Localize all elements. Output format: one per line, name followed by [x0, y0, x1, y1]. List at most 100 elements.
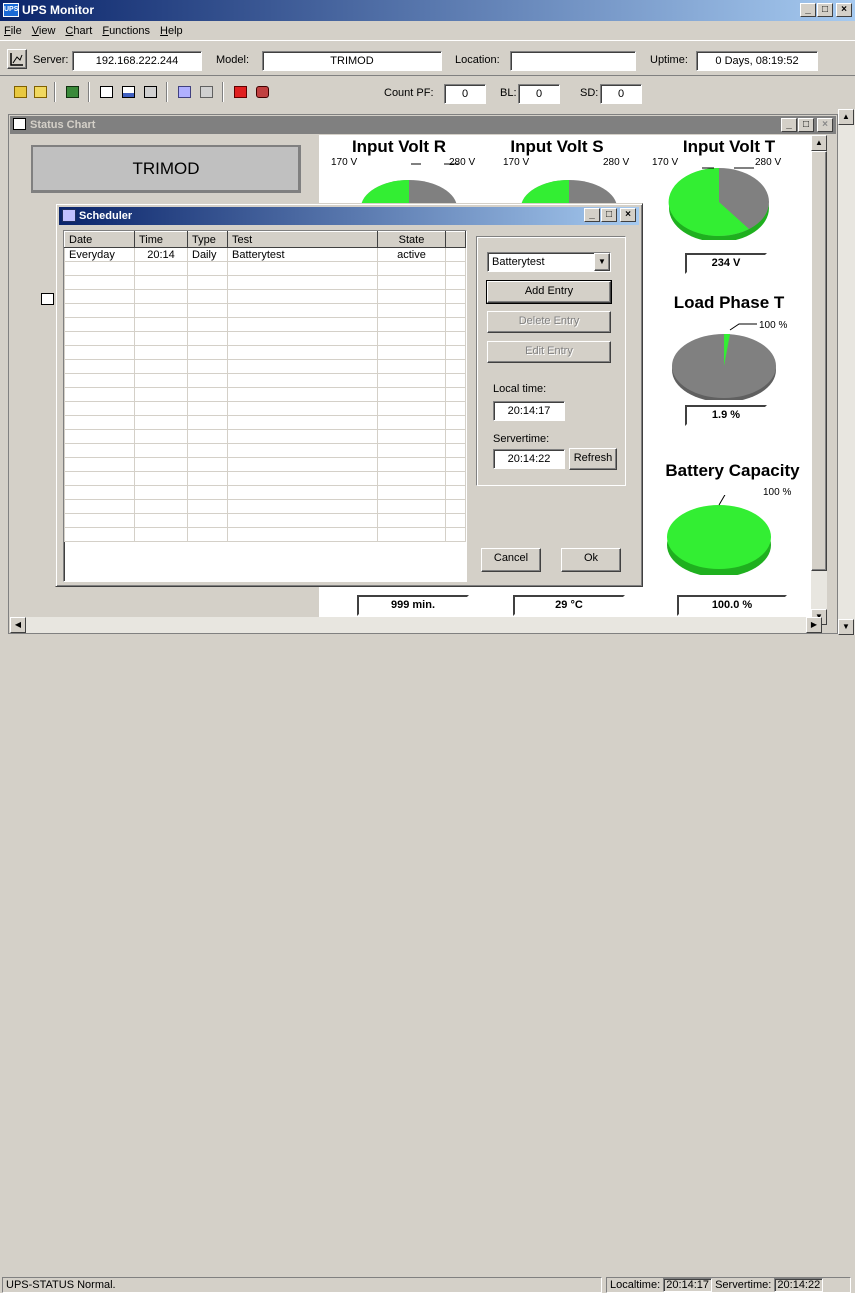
table-row-empty[interactable]: [64, 345, 466, 360]
delete-entry-button[interactable]: Delete Entry: [487, 311, 611, 333]
pie-input-s: [521, 180, 617, 210]
scroll-right-icon[interactable]: ▶: [806, 617, 822, 633]
add-entry-button[interactable]: Add Entry: [486, 280, 612, 304]
scroll-up-icon[interactable]: ▲: [838, 109, 854, 125]
chart-icon[interactable]: [7, 49, 27, 69]
menu-chart[interactable]: Chart: [65, 25, 92, 37]
local-time-label: Local time:: [493, 383, 547, 395]
entry-group: Batterytest ▼ Add Entry Delete Entry Edi…: [476, 236, 626, 486]
menu-view[interactable]: View: [32, 25, 56, 37]
column-extra: [445, 231, 466, 248]
minimize-icon[interactable]: _: [781, 118, 797, 132]
table-row-empty[interactable]: [64, 471, 466, 486]
gauge-title-battery: Battery Capacity: [665, 461, 800, 480]
column-state[interactable]: State: [377, 231, 446, 248]
ok-button[interactable]: Ok: [561, 548, 621, 572]
menu-file[interactable]: File: [4, 25, 22, 37]
uptime-field[interactable]: 0 Days, 08:19:52: [696, 51, 818, 71]
table-row-empty[interactable]: [64, 373, 466, 388]
count-pf-field: 0: [444, 84, 486, 104]
pie-input-r: [361, 163, 459, 210]
column-type[interactable]: Type: [187, 231, 228, 248]
monitor-node-icon[interactable]: [41, 293, 54, 305]
report-icon[interactable]: [96, 82, 116, 102]
scheduler-title-bar[interactable]: Scheduler _ □ ×: [59, 207, 639, 225]
power-plug-icon[interactable]: [252, 82, 272, 102]
input-r-min: 170 V: [331, 157, 358, 168]
close-icon[interactable]: ×: [836, 3, 852, 17]
shutdown-icon[interactable]: [230, 82, 250, 102]
close-icon[interactable]: ×: [620, 208, 636, 222]
table-row-empty[interactable]: [64, 485, 466, 500]
maximize-icon[interactable]: □: [601, 208, 617, 222]
scheduler-dialog: Scheduler _ □ × Date Time Type Test Stat…: [55, 203, 643, 587]
close-icon[interactable]: ×: [817, 118, 833, 132]
schedule-list[interactable]: Date Time Type Test State Everyday 20:14…: [63, 230, 467, 582]
monitor-icon[interactable]: [62, 82, 82, 102]
ups-app-icon: UPS: [3, 3, 19, 17]
test-select[interactable]: Batterytest ▼: [487, 252, 611, 272]
table-row-empty[interactable]: [64, 261, 466, 276]
chevron-down-icon[interactable]: ▼: [594, 253, 610, 271]
cell-test: Batterytest: [227, 247, 378, 262]
cancel-button[interactable]: Cancel: [481, 548, 541, 572]
minimize-icon[interactable]: _: [584, 208, 600, 222]
table-row-empty[interactable]: [64, 303, 466, 318]
table-row-empty[interactable]: [64, 387, 466, 402]
tools-icon[interactable]: [196, 82, 216, 102]
servertime-label: Servertime:: [715, 1279, 772, 1291]
maximize-icon[interactable]: □: [798, 118, 814, 132]
maximize-icon[interactable]: □: [817, 3, 833, 17]
sd-label: SD:: [580, 87, 599, 99]
table-row[interactable]: Everyday 20:14 Daily Batterytest active: [64, 247, 466, 262]
scroll-left-icon[interactable]: ◀: [10, 617, 26, 633]
main-scrollbar[interactable]: ▲ ▼: [838, 109, 855, 635]
table-row-empty[interactable]: [64, 317, 466, 332]
location-field[interactable]: [510, 51, 636, 71]
open-folder-icon[interactable]: [10, 82, 30, 102]
status-message: UPS-STATUS Normal.: [2, 1277, 602, 1293]
app-title-bar[interactable]: UPS UPS Monitor _ □ ×: [0, 0, 855, 21]
menu-functions[interactable]: Functions: [102, 25, 150, 37]
table-row-empty[interactable]: [64, 527, 466, 542]
table-row-empty[interactable]: [64, 499, 466, 514]
scroll-down-icon[interactable]: ▼: [838, 619, 854, 635]
table-row-empty[interactable]: [64, 443, 466, 458]
settings-icon[interactable]: [174, 82, 194, 102]
table-row-empty[interactable]: [64, 457, 466, 472]
edit-entry-button[interactable]: Edit Entry: [487, 341, 611, 363]
scroll-up-icon[interactable]: ▲: [811, 135, 827, 151]
menu-help[interactable]: Help: [160, 25, 183, 37]
column-time[interactable]: Time: [134, 231, 188, 248]
table-row-empty[interactable]: [64, 289, 466, 304]
table-row-empty[interactable]: [64, 275, 466, 290]
refresh-button[interactable]: Refresh: [569, 448, 617, 470]
status-chart-title-bar[interactable]: Status Chart _ □ ×: [10, 116, 836, 134]
chart-scrollbar[interactable]: ▲ ▼: [811, 135, 827, 625]
column-date[interactable]: Date: [64, 231, 135, 248]
minimize-icon[interactable]: _: [800, 3, 816, 17]
log-icon[interactable]: [140, 82, 160, 102]
table-row-empty[interactable]: [64, 429, 466, 444]
table-row-empty[interactable]: [64, 513, 466, 528]
table-row-empty[interactable]: [64, 359, 466, 374]
load-t-value: 1.9 %: [685, 405, 767, 426]
chart-hscrollbar[interactable]: ◀ ▶: [10, 617, 822, 633]
schedule-table: Date Time Type Test State Everyday 20:14…: [64, 231, 466, 542]
table-row-empty[interactable]: [64, 331, 466, 346]
runtime-value: 999 min.: [357, 595, 469, 616]
cell-type: Daily: [187, 247, 228, 262]
table-row-empty[interactable]: [64, 415, 466, 430]
table-row-empty[interactable]: [64, 401, 466, 416]
status-chart-title: Status Chart: [30, 119, 96, 131]
sd-field: 0: [600, 84, 642, 104]
localtime-label: Localtime:: [610, 1279, 661, 1291]
server-field[interactable]: 192.168.222.244: [72, 51, 202, 71]
column-test[interactable]: Test: [227, 231, 378, 248]
gauge-title-input-t: Input Volt T: [682, 137, 776, 156]
model-field[interactable]: TRIMOD: [262, 51, 442, 71]
info-bar: Server: 192.168.222.244 Model: TRIMOD Lo…: [0, 40, 855, 76]
open-file-icon[interactable]: [30, 82, 50, 102]
chart-report-icon[interactable]: [118, 82, 138, 102]
local-time-field: 20:14:17: [493, 401, 565, 421]
